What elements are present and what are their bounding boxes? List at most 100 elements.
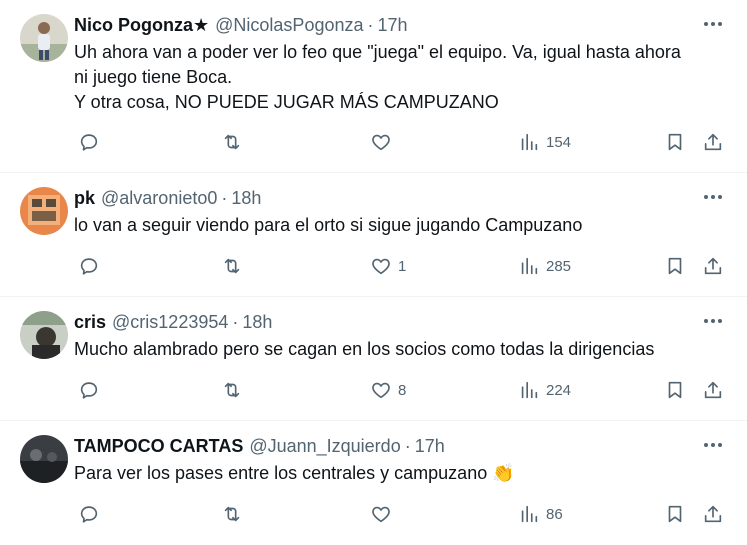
- tweet-body: pk @alvaronieto0 · 18h lo van a seguir v…: [74, 185, 731, 238]
- heart-icon: [372, 382, 390, 399]
- tweet-text: lo van a seguir viendo para el orto si s…: [74, 215, 583, 235]
- tweet-header: cris @cris1223954 · 18h: [74, 309, 695, 335]
- separator-dot: ·: [221, 188, 228, 208]
- action-bar: 154: [16, 123, 747, 173]
- separator-dot: ·: [367, 15, 374, 35]
- tweet[interactable]: cris @cris1223954 · 18h Mucho alambrado …: [0, 297, 747, 421]
- more-options-button[interactable]: [701, 311, 725, 331]
- reply-icon: [80, 258, 98, 275]
- reply-icon: [80, 134, 98, 151]
- tweet-body: TAMPOCO CARTAS @Juann_Izquierdo · 17h Pa…: [74, 433, 731, 486]
- timestamp[interactable]: 17h: [415, 433, 445, 459]
- views-chart-icon: [521, 505, 538, 523]
- display-name[interactable]: Nico Pogonza★: [74, 12, 209, 38]
- timestamp[interactable]: 18h: [231, 185, 261, 211]
- tweet-text: Uh ahora van a poder ver lo feo que "jue…: [74, 42, 681, 112]
- heart-icon: [372, 506, 390, 523]
- reply-icon: [80, 506, 98, 523]
- action-bar: 1 285: [16, 247, 747, 297]
- avatar[interactable]: [20, 435, 68, 483]
- bookmark-icon: [668, 381, 682, 399]
- reply-thread: Nico Pogonza★ @NicolasPogonza · 17h Uh a…: [0, 0, 747, 533]
- tweet[interactable]: TAMPOCO CARTAS @Juann_Izquierdo · 17h Pa…: [0, 421, 747, 533]
- heart-icon: [372, 134, 390, 151]
- share-button[interactable]: [702, 503, 724, 525]
- avatar[interactable]: [20, 14, 68, 62]
- separator-dot: ·: [232, 312, 239, 332]
- view-count: 86: [546, 505, 563, 523]
- view-count: 285: [546, 257, 572, 275]
- views-button[interactable]: 285: [518, 255, 571, 277]
- reply-button[interactable]: [78, 255, 100, 277]
- more-options-button[interactable]: [701, 435, 725, 455]
- tweet-text: Mucho alambrado pero se cagan en los soc…: [74, 339, 655, 359]
- views-chart-icon: [521, 257, 538, 275]
- retweet-icon: [224, 134, 240, 150]
- share-icon: [704, 257, 722, 275]
- views-button[interactable]: 154: [518, 131, 571, 153]
- tweet[interactable]: Nico Pogonza★ @NicolasPogonza · 17h Uh a…: [0, 0, 747, 173]
- tweet-header: TAMPOCO CARTAS @Juann_Izquierdo · 17h: [74, 433, 695, 459]
- bookmark-button[interactable]: [664, 379, 686, 401]
- tweet-header: Nico Pogonza★ @NicolasPogonza · 17h: [74, 12, 695, 38]
- views-chart-icon: [521, 381, 538, 399]
- bookmark-button[interactable]: [664, 255, 686, 277]
- retweet-button[interactable]: [221, 131, 243, 153]
- like-button[interactable]: [370, 503, 398, 525]
- share-button[interactable]: [702, 255, 724, 277]
- bookmark-icon: [668, 505, 682, 523]
- display-name[interactable]: cris: [74, 309, 106, 335]
- tweet-body: Nico Pogonza★ @NicolasPogonza · 17h Uh a…: [74, 12, 731, 115]
- action-bar: 86: [16, 495, 747, 545]
- retweet-button[interactable]: [221, 503, 243, 525]
- user-handle[interactable]: @alvaronieto0: [101, 185, 217, 211]
- like-button[interactable]: 8: [370, 379, 406, 401]
- timestamp[interactable]: 17h: [378, 12, 408, 38]
- like-button[interactable]: 1: [370, 255, 406, 277]
- share-button[interactable]: [702, 379, 724, 401]
- tweet-text: Para ver los pases entre los centrales y…: [74, 463, 515, 483]
- share-icon: [704, 381, 722, 399]
- share-icon: [704, 133, 722, 151]
- retweet-button[interactable]: [221, 255, 243, 277]
- tweet[interactable]: pk @alvaronieto0 · 18h lo van a seguir v…: [0, 173, 747, 297]
- more-horizontal-icon: [704, 195, 722, 199]
- like-count: 1: [398, 257, 407, 275]
- view-count: 224: [546, 381, 572, 399]
- user-handle[interactable]: @NicolasPogonza: [215, 12, 363, 38]
- like-count: 8: [398, 381, 407, 399]
- views-chart-icon: [521, 133, 538, 151]
- heart-icon: [372, 258, 390, 275]
- like-button[interactable]: [370, 131, 398, 153]
- retweet-icon: [224, 506, 240, 522]
- separator-dot: ·: [404, 436, 411, 456]
- retweet-icon: [224, 382, 240, 398]
- reply-button[interactable]: [78, 131, 100, 153]
- reply-button[interactable]: [78, 503, 100, 525]
- user-handle[interactable]: @Juann_Izquierdo: [249, 433, 400, 459]
- timestamp[interactable]: 18h: [242, 309, 272, 335]
- retweet-button[interactable]: [221, 379, 243, 401]
- tweet-header: pk @alvaronieto0 · 18h: [74, 185, 695, 211]
- retweet-icon: [224, 258, 240, 274]
- share-icon: [704, 505, 722, 523]
- action-bar: 8 224: [16, 371, 747, 421]
- avatar[interactable]: [20, 187, 68, 235]
- more-options-button[interactable]: [701, 14, 725, 34]
- more-horizontal-icon: [704, 443, 722, 447]
- views-button[interactable]: 86: [518, 503, 563, 525]
- display-name[interactable]: pk: [74, 185, 95, 211]
- display-name[interactable]: TAMPOCO CARTAS: [74, 433, 243, 459]
- share-button[interactable]: [702, 131, 724, 153]
- bookmark-icon: [668, 133, 682, 151]
- reply-button[interactable]: [78, 379, 100, 401]
- more-options-button[interactable]: [701, 187, 725, 207]
- tweet-body: cris @cris1223954 · 18h Mucho alambrado …: [74, 309, 731, 362]
- avatar[interactable]: [20, 311, 68, 359]
- bookmark-button[interactable]: [664, 503, 686, 525]
- bookmark-button[interactable]: [664, 131, 686, 153]
- views-button[interactable]: 224: [518, 379, 571, 401]
- bookmark-icon: [668, 257, 682, 275]
- more-horizontal-icon: [704, 22, 722, 26]
- user-handle[interactable]: @cris1223954: [112, 309, 228, 335]
